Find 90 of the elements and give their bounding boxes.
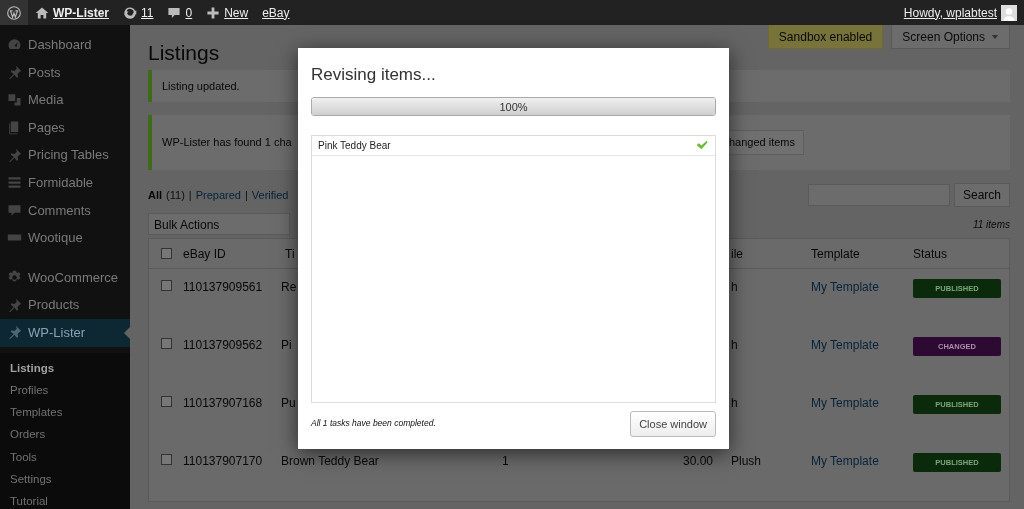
menu-item[interactable]: Media <box>0 86 130 114</box>
column-header: eBay ID <box>183 245 226 263</box>
media-icon <box>7 92 22 108</box>
close-window-button[interactable]: Close window <box>630 410 716 437</box>
speech-bubble-icon <box>167 5 182 20</box>
filter-link[interactable]: Verified <box>251 186 289 204</box>
table-cell: 110137907168 <box>183 396 263 410</box>
menu-item[interactable]: Formidable <box>0 168 130 197</box>
filter-count: (11) <box>166 187 185 203</box>
notice-text: Listing updated. <box>162 78 240 94</box>
column-header: Ti <box>285 245 295 263</box>
completion-message: All 1 tasks have been completed. <box>311 417 436 431</box>
new-link[interactable]: New <box>199 0 256 25</box>
row-checkbox[interactable] <box>161 338 172 349</box>
dialog-title: Revising items... <box>311 64 437 86</box>
plus-icon <box>206 5 221 20</box>
menu-item[interactable]: WooCommerce <box>0 263 130 292</box>
column-header: ile <box>731 245 743 263</box>
table-cell: Plush <box>731 454 762 468</box>
template-link[interactable]: My Template <box>811 454 879 468</box>
pin-icon <box>7 325 22 341</box>
row-checkbox[interactable] <box>161 454 172 465</box>
table-cell: Re <box>281 280 297 294</box>
table-cell: 110137907170 <box>183 454 263 468</box>
notice-text: WP-Lister has found 1 cha <box>162 135 292 151</box>
speech-bubble-icon <box>7 202 22 218</box>
row-checkbox[interactable] <box>161 396 172 407</box>
submenu-item[interactable]: Tools <box>0 445 130 468</box>
comments-link[interactable]: 0 <box>160 0 200 25</box>
menu-item[interactable]: Products <box>0 291 130 319</box>
pin-icon <box>7 147 22 163</box>
template-link[interactable]: My Template <box>811 396 879 410</box>
submenu-item[interactable]: Orders <box>0 423 130 446</box>
bulk-actions-select[interactable]: Bulk Actions <box>148 213 290 235</box>
pin-icon <box>7 64 22 80</box>
submenu-item[interactable]: Listings <box>0 356 130 379</box>
avatar-icon <box>1001 4 1017 21</box>
submenu-item[interactable]: Settings <box>0 468 130 491</box>
template-link[interactable]: My Template <box>811 280 879 294</box>
submenu-item[interactable]: Profiles <box>0 378 130 402</box>
ebay-link[interactable]: eBay <box>255 0 297 25</box>
greeting: Howdy, wplabtest <box>903 4 997 22</box>
new-label: New <box>224 4 249 22</box>
page-title: Listings <box>148 40 220 66</box>
lines-icon <box>7 175 22 191</box>
wordpress-logo-icon[interactable] <box>0 0 28 25</box>
filter-link[interactable]: All <box>148 186 163 204</box>
account-menu[interactable]: Howdy, wplabtest <box>896 0 1024 25</box>
table-cell: h <box>731 396 738 410</box>
menu-item[interactable]: Pages <box>0 113 130 142</box>
table-cell: h <box>731 280 738 294</box>
table-cell: 1 <box>502 454 509 468</box>
menu-item[interactable]: WP-Lister <box>0 318 130 347</box>
refresh-icon <box>123 5 137 20</box>
column-header: Template <box>811 245 860 263</box>
table-cell: 30.00 <box>682 454 713 468</box>
template-link[interactable]: My Template <box>811 338 879 352</box>
filter-link[interactable]: Prepared <box>195 186 241 204</box>
submenu-item[interactable]: Templates <box>0 401 130 424</box>
sandbox-notice: Sandbox enabled <box>767 25 884 49</box>
site-name: WP-Lister <box>53 4 109 22</box>
separator: | <box>188 187 192 203</box>
progress-reading: 100% <box>498 99 529 115</box>
comments-count: 0 <box>185 4 193 22</box>
table-cell: h <box>731 338 738 352</box>
updates-link[interactable]: 11 <box>116 0 161 25</box>
table-cell: Pi <box>281 338 292 352</box>
menu-item[interactable]: Posts <box>0 58 130 87</box>
table-cell: 110137909561 <box>183 280 263 294</box>
home-icon <box>35 5 49 20</box>
separator: | <box>244 187 248 203</box>
table-cell: Pu <box>281 396 296 410</box>
select-all-checkbox[interactable] <box>161 248 172 259</box>
menu-item[interactable]: Pricing Tables <box>0 141 130 169</box>
screen-options-button[interactable]: Screen Options <box>891 25 1010 49</box>
table-cell: 110137909562 <box>183 338 263 352</box>
item-count: 11 items <box>972 217 1010 232</box>
updates-count: 11 <box>141 4 154 22</box>
task-label: Pink Teddy Bear <box>318 138 391 153</box>
table-cell: Brown Teddy Bear <box>281 454 379 468</box>
column-header: Status <box>913 245 948 263</box>
menu-item[interactable]: Comments <box>0 196 130 225</box>
site-name-link[interactable]: WP-Lister <box>28 0 116 25</box>
row-checkbox[interactable] <box>161 280 172 291</box>
menu-item[interactable]: Wootique <box>0 224 130 252</box>
search-button[interactable]: Search <box>953 183 1010 207</box>
pin-icon <box>7 297 22 313</box>
caret-icon <box>991 32 999 41</box>
submenu-item[interactable]: Tutorial <box>0 490 130 509</box>
menu-item[interactable]: Dashboard <box>0 31 130 59</box>
